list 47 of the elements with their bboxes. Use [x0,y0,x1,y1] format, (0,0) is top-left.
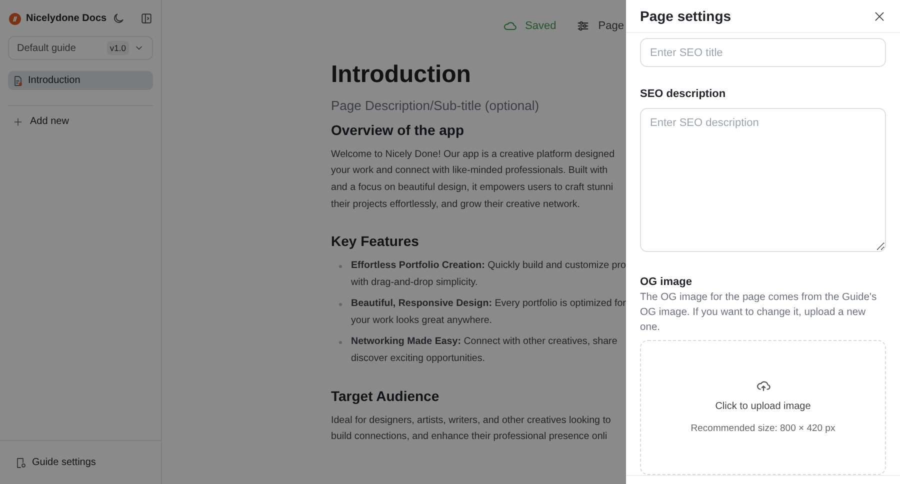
bullet-icon [339,303,342,306]
section-heading: Target Audience [331,386,440,406]
gear-document-icon [15,456,27,468]
paragraph-line: and a focus on beautiful design, it empowers users to craft stunni [331,180,614,195]
field-label: OG image [640,274,693,290]
close-icon[interactable] [873,10,886,22]
section-heading: Key Features [331,232,419,252]
field-label: SEO description [640,87,727,102]
guide-name: Default guide [17,42,76,56]
help-text: The OG image for the page comes from the Guide's OG image. If you want to change it, upload a new one. [640,291,878,335]
page-title: Introduction [331,60,472,90]
seo-title-field[interactable]: Enter SEO title [640,38,886,67]
sidebar-footer-item[interactable]: Guide settings [32,455,96,470]
add-new-link[interactable]: Add new [30,114,69,129]
list-item-line: Effortless Portfolio Creation: Quickly build and customize pro [351,259,626,274]
page-item[interactable]: Introduction [8,71,153,90]
save-status: Saved [525,18,556,34]
list-item-line: with drag-and-drop simplicity. [351,276,478,290]
bullet-icon [339,341,342,344]
seo-description-field[interactable]: Enter SEO description [640,108,886,252]
upload-text: Click to upload image [715,400,811,414]
upload-dropzone[interactable]: Click to upload image Recommended size: 800 × 420 px [640,340,886,475]
paragraph-line: your work and connect with like-minded professionals. Built with [331,164,608,178]
paragraph-line: their projects effortlessly, and grow their creative network. [331,198,580,212]
page-settings-button[interactable]: Page [598,18,624,34]
brand-name: Nicelydone Docs [26,12,107,26]
version-badge: v1.0 [106,40,129,56]
moon-icon[interactable] [112,12,125,25]
list-item-line: your work looks great anywhere. [351,314,492,328]
bullet-icon [339,265,342,268]
cloud-icon [503,19,518,33]
list-item-line: Networking Made Easy: Connect with other creatives, share [351,335,618,350]
logo-icon [9,12,21,24]
sidebar-toggle-icon[interactable] [140,12,153,25]
list-item-line: Beautiful, Responsive Design: Every portfolio is optimized for [351,297,626,312]
list-item-line: discover exciting opportunities. [351,352,485,366]
drawer-title: Page settings [640,8,732,24]
document-icon [12,74,24,86]
guide-select[interactable]: Default guide v1.0 [8,36,153,60]
size-hint: Recommended size: 800 × 420 px [690,422,836,436]
section-heading: Overview of the app [331,120,464,140]
sliders-icon[interactable] [576,19,590,33]
paragraph-line: Ideal for designers, artists, writers, and other creatives looking to [331,414,611,428]
paragraph-line: build connections, and enhance their professional presence onli [331,430,608,444]
plus-icon [13,116,23,126]
paragraph-line: Welcome to Nicely Done! Our app is a creative platform designed [331,148,615,162]
page-subtitle: Page Description/Sub-title (optional) [331,97,540,115]
